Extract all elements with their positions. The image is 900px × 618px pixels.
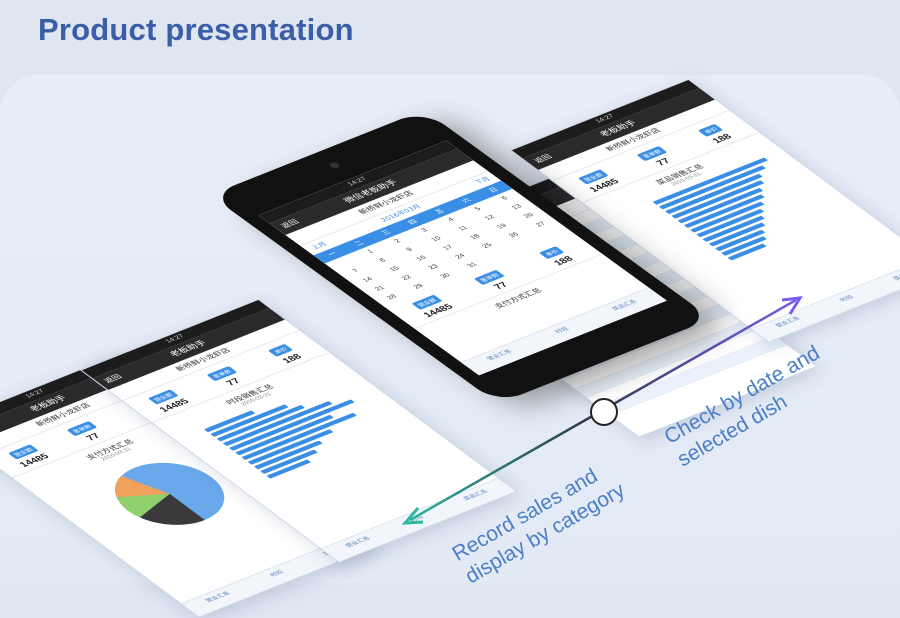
arrow-midpoint-knob <box>590 398 618 426</box>
tab-summary[interactable]: 营业汇总 <box>182 580 258 616</box>
direction-arrow <box>401 296 803 525</box>
